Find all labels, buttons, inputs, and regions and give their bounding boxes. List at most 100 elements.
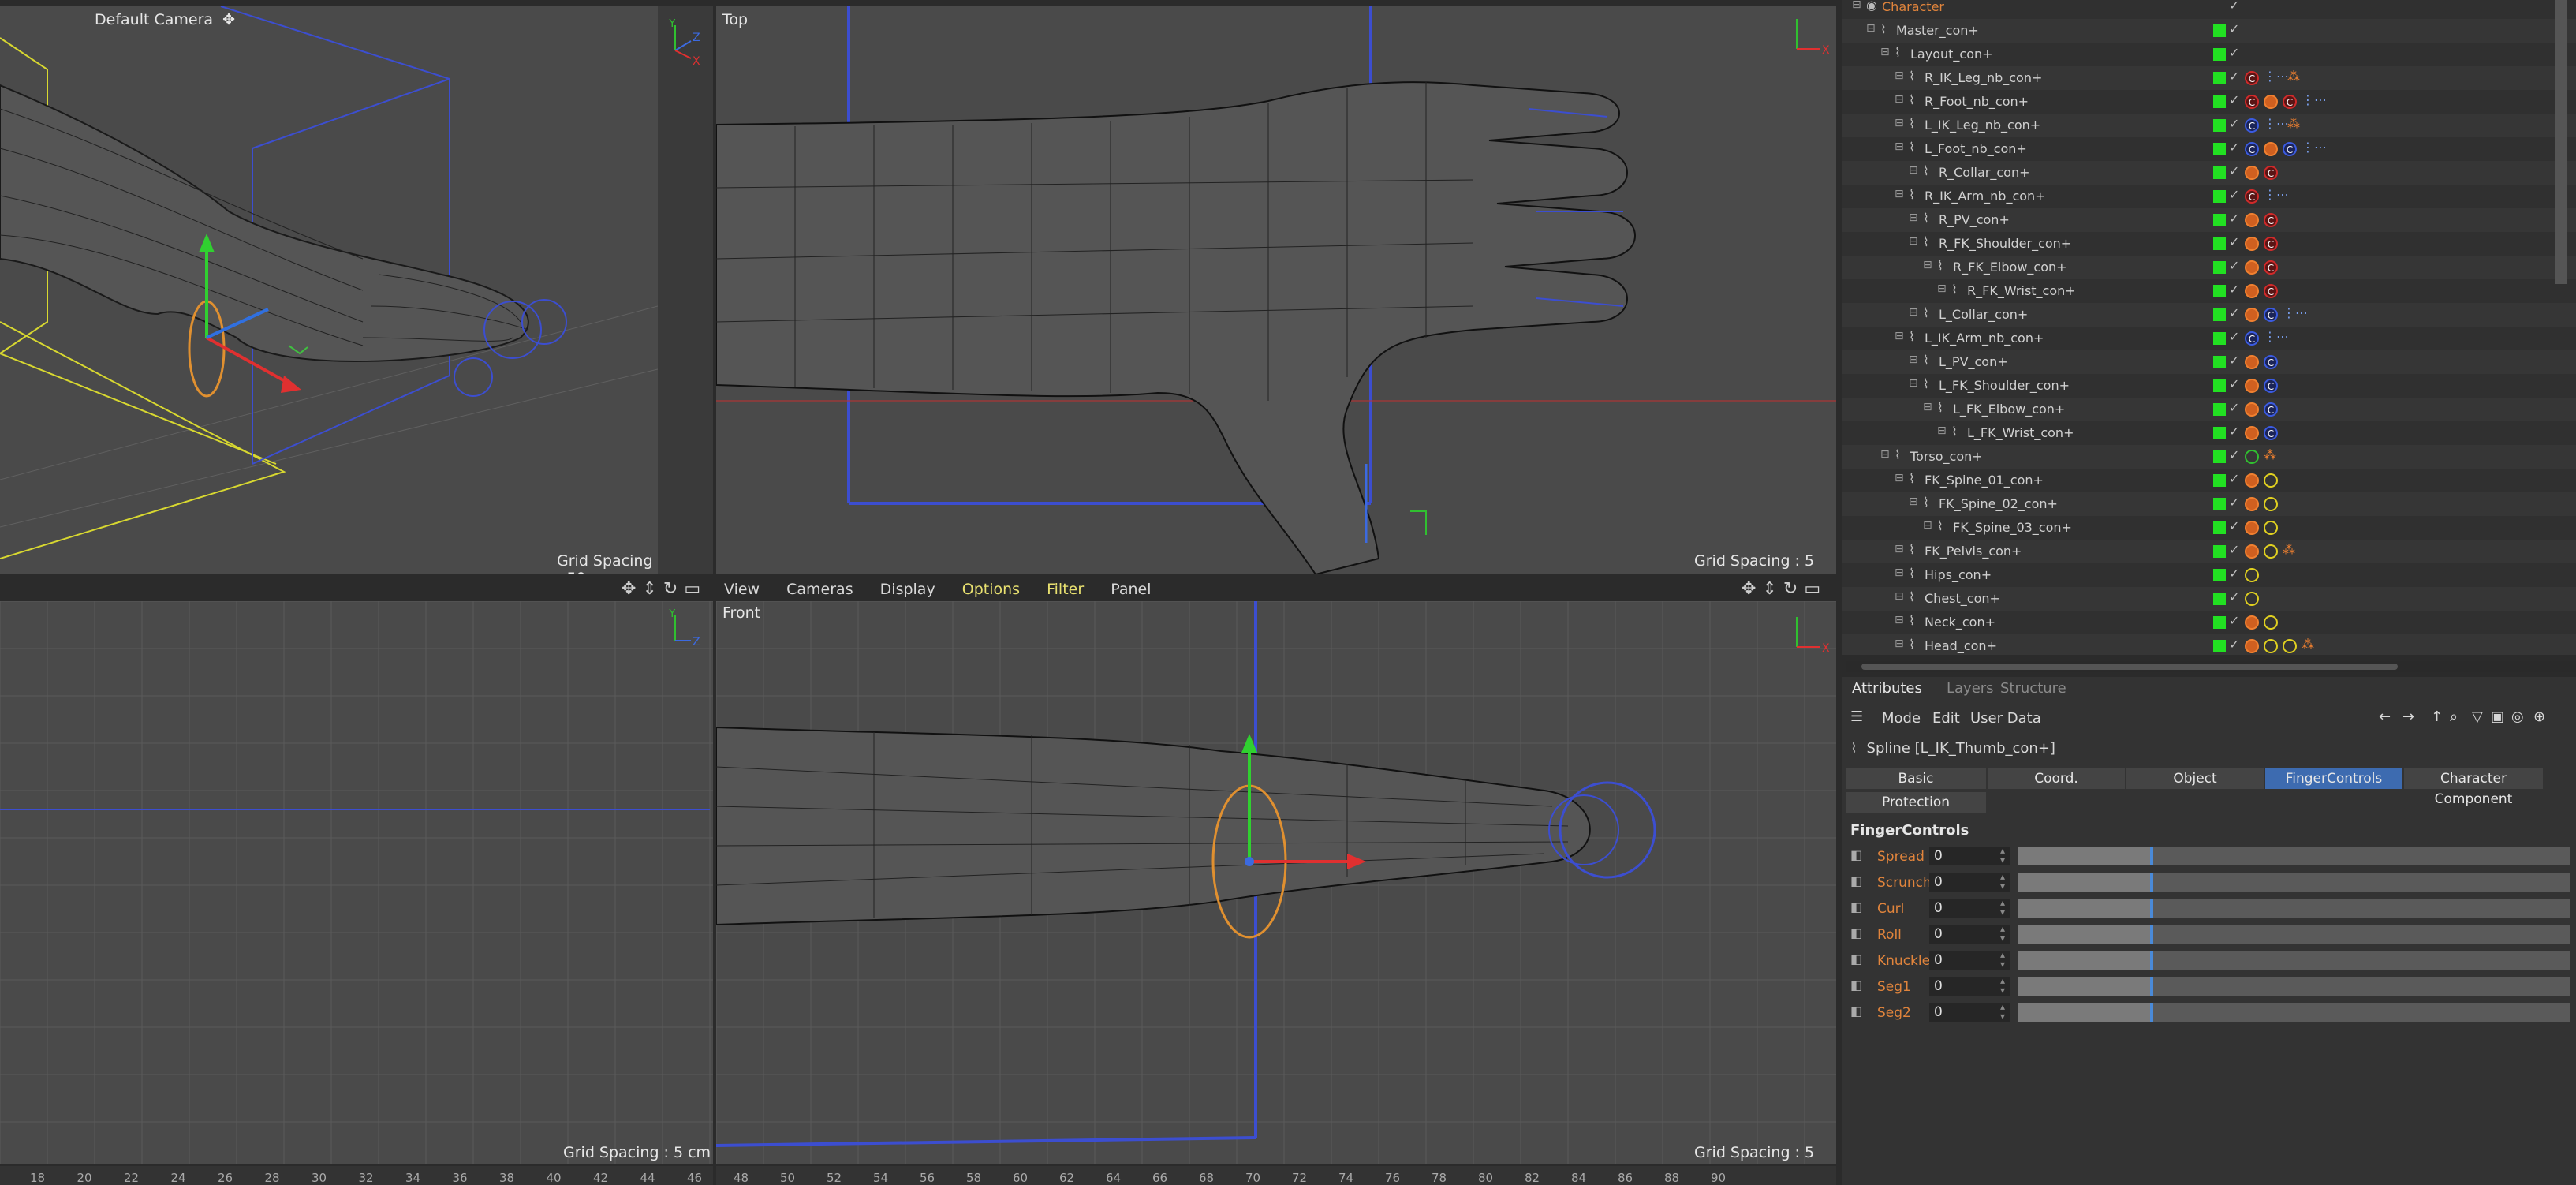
protection-tag-icon[interactable] <box>2264 142 2278 156</box>
expand-toggle-icon[interactable]: ⊟ <box>1923 259 1932 271</box>
expand-toggle-icon[interactable]: ⊟ <box>1895 472 1904 484</box>
right-viewport[interactable]: Grid Spacing : 5 cm <box>0 601 713 1164</box>
visibility-square-icon[interactable] <box>2213 545 2226 558</box>
expand-toggle-icon[interactable]: ⊟ <box>1909 306 1918 319</box>
visibility-square-icon[interactable] <box>2213 285 2226 297</box>
object-row[interactable]: ⊟ ⌇ FK_Spine_02_con+ ✓ <box>1842 492 2576 516</box>
expand-toggle-icon[interactable]: ⊟ <box>1895 330 1904 342</box>
expand-toggle-icon[interactable]: ⊟ <box>1895 69 1904 82</box>
blue-display-tag-icon[interactable]: C <box>2245 331 2259 346</box>
red-display-tag-icon[interactable]: C <box>2245 95 2259 109</box>
object-row[interactable]: ⊟ ⌇ Hips_con+ ✓ <box>1842 563 2576 587</box>
enabled-check-icon[interactable]: ✓ <box>2229 45 2239 60</box>
constraint-tag-icon[interactable]: ⁂ <box>2264 447 2276 462</box>
expand-toggle-icon[interactable]: ⊟ <box>1880 46 1890 58</box>
perspective-viewport[interactable]: Default Camera ✥ Grid Spacing : 50 cm <box>0 6 658 574</box>
blue-display-tag-icon[interactable]: C <box>2264 379 2278 393</box>
menu-view[interactable]: View <box>724 581 760 598</box>
ik-tag-icon[interactable]: ⋮⋯ <box>2264 116 2289 131</box>
protection-tag-icon[interactable] <box>2245 639 2259 653</box>
menu-panel[interactable]: Panel <box>1111 581 1151 598</box>
attr-tab-basic[interactable]: Basic <box>1846 768 1986 789</box>
object-row[interactable]: ⊟ ⌇ L_Collar_con+ ✓ C ⋮⋯ <box>1842 303 2576 327</box>
visibility-square-icon[interactable] <box>2213 569 2226 581</box>
expand-toggle-icon[interactable]: ⊟ <box>1895 188 1904 200</box>
blue-display-tag-icon[interactable]: C <box>2245 142 2259 156</box>
slider-handle[interactable] <box>2150 925 2153 944</box>
enabled-check-icon[interactable]: ✓ <box>2229 329 2239 344</box>
enabled-check-icon[interactable]: ✓ <box>2229 116 2239 131</box>
expand-toggle-icon[interactable]: ⊟ <box>1909 235 1918 248</box>
tab-attributes[interactable]: Attributes <box>1852 680 1922 697</box>
attr-tab-protection[interactable]: Protection <box>1846 792 1986 813</box>
protection-tag-icon[interactable] <box>2245 615 2259 630</box>
enabled-check-icon[interactable]: ✓ <box>2229 424 2239 439</box>
blue-display-tag-icon[interactable]: C <box>2264 308 2278 322</box>
menu-options[interactable]: Options <box>962 581 1020 598</box>
ik-tag-icon[interactable]: ⋮⋯ <box>2264 69 2289 84</box>
yellow-display-tag-icon[interactable] <box>2264 473 2278 488</box>
yellow-display-tag-icon[interactable] <box>2264 497 2278 511</box>
object-row[interactable]: ⊟ ⌇ Master_con+ ✓ <box>1842 19 2576 43</box>
expand-toggle-icon[interactable]: ⊟ <box>1866 22 1876 35</box>
object-row[interactable]: ⊟ ⌇ L_IK_Arm_nb_con+ ✓ C ⋮⋯ <box>1842 327 2576 350</box>
tab-structure[interactable]: Structure <box>2000 680 2066 697</box>
visibility-square-icon[interactable] <box>2213 332 2226 345</box>
control-value-input[interactable] <box>1929 977 2010 996</box>
visibility-square-icon[interactable] <box>2213 474 2226 487</box>
object-manager-scrollbar[interactable] <box>2555 0 2567 284</box>
expand-toggle-icon[interactable]: ⊟ <box>1895 637 1904 650</box>
object-row[interactable]: ⊟ ⌇ L_FK_Elbow_con+ ✓ C <box>1842 398 2576 421</box>
constraint-tag-icon[interactable]: ⁂ <box>2302 637 2314 652</box>
control-slider[interactable] <box>2018 951 2570 970</box>
visibility-square-icon[interactable] <box>2213 237 2226 250</box>
stepper-icon[interactable]: ▴ ▾ <box>2000 924 2005 943</box>
menu-edit[interactable]: Edit <box>1932 710 1960 727</box>
object-row[interactable]: ⊟ ⌇ R_Collar_con+ ✓ C <box>1842 161 2576 185</box>
object-row[interactable]: ⊟ ⌇ R_Foot_nb_con+ ✓ C C ⋮⋯ <box>1842 90 2576 114</box>
enabled-check-icon[interactable]: ✓ <box>2229 163 2239 178</box>
enabled-check-icon[interactable]: ✓ <box>2229 542 2239 557</box>
visibility-square-icon[interactable] <box>2213 403 2226 416</box>
ik-tag-icon[interactable]: ⋮⋯ <box>2264 329 2289 344</box>
ik-tag-icon[interactable]: ⋮⋯ <box>2283 305 2308 320</box>
blue-display-tag-icon[interactable]: C <box>2264 426 2278 440</box>
object-row[interactable]: ⊟ ⌇ R_FK_Elbow_con+ ✓ C <box>1842 256 2576 279</box>
animation-key-icon[interactable]: ◧ <box>1850 925 1862 940</box>
expand-toggle-icon[interactable]: ⊟ <box>1895 590 1904 603</box>
constraint-tag-icon[interactable]: ⁂ <box>2283 542 2295 557</box>
object-row[interactable]: ⊟ ⌇ L_Foot_nb_con+ ✓ C C ⋮⋯ <box>1842 137 2576 161</box>
slider-handle[interactable] <box>2150 873 2153 892</box>
red-display-tag-icon[interactable]: C <box>2264 284 2278 298</box>
visibility-square-icon[interactable] <box>2213 498 2226 510</box>
object-row[interactable]: ⊟ ⌇ R_FK_Shoulder_con+ ✓ C <box>1842 232 2576 256</box>
visibility-square-icon[interactable] <box>2213 521 2226 534</box>
new-panel-icon[interactable]: ⊕ <box>2533 708 2545 725</box>
object-row[interactable]: ⊟ ⌇ FK_Spine_01_con+ ✓ <box>1842 469 2576 492</box>
control-slider[interactable] <box>2018 847 2570 865</box>
object-row[interactable]: ⊟ ⌇ Layout_con+ ✓ <box>1842 43 2576 66</box>
object-row[interactable]: ⊟ ◉ Character ✓ <box>1842 0 2576 19</box>
stepper-icon[interactable]: ▴ ▾ <box>2000 872 2005 891</box>
control-value-input[interactable] <box>1929 873 2010 892</box>
object-row[interactable]: ⊟ ⌇ FK_Spine_03_con+ ✓ <box>1842 516 2576 540</box>
yellow-display-tag-icon[interactable] <box>2264 639 2278 653</box>
expand-toggle-icon[interactable]: ⊟ <box>1895 93 1904 106</box>
expand-toggle-icon[interactable]: ⊟ <box>1909 164 1918 177</box>
red-display-tag-icon[interactable]: C <box>2264 237 2278 251</box>
back-arrow-icon[interactable]: ← <box>2379 708 2391 725</box>
menu-display[interactable]: Display <box>880 581 935 598</box>
enabled-check-icon[interactable]: ✓ <box>2229 92 2239 107</box>
move-icon[interactable]: ✥ <box>1742 579 1756 599</box>
enabled-check-icon[interactable]: ✓ <box>2229 69 2239 84</box>
enabled-check-icon[interactable]: ✓ <box>2229 518 2239 533</box>
red-display-tag-icon[interactable]: C <box>2245 189 2259 204</box>
animation-key-icon[interactable]: ◧ <box>1850 847 1862 862</box>
animation-key-icon[interactable]: ◧ <box>1850 978 1862 992</box>
attr-tab-fingercontrols[interactable]: FingerControls <box>2265 768 2402 789</box>
expand-toggle-icon[interactable]: ⊟ <box>1895 117 1904 129</box>
expand-toggle-icon[interactable]: ⊟ <box>1895 566 1904 579</box>
expand-toggle-icon[interactable]: ⊟ <box>1909 495 1918 508</box>
object-row[interactable]: ⊟ ⌇ L_IK_Leg_nb_con+ ✓ C ⋮⋯ ⁂ <box>1842 114 2576 137</box>
enabled-check-icon[interactable]: ✓ <box>2229 305 2239 320</box>
